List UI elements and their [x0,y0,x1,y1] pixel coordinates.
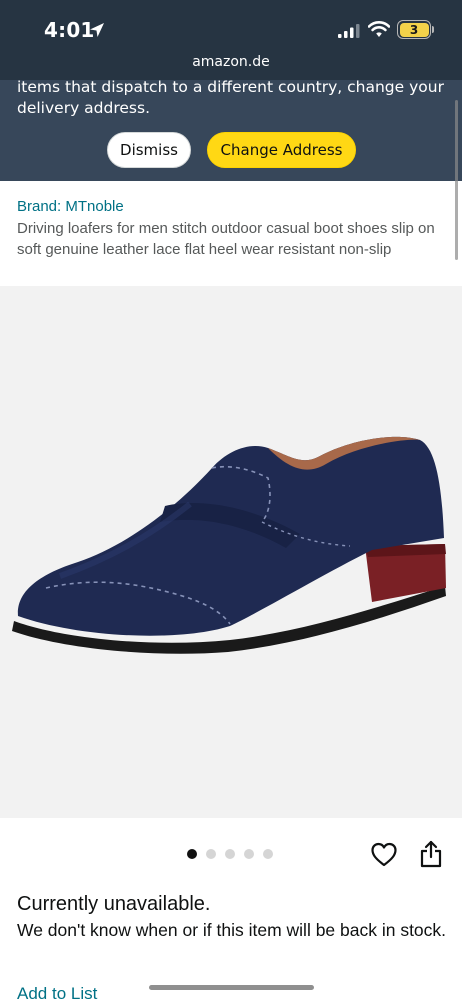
home-indicator[interactable] [149,985,314,990]
shoe-image [12,436,446,654]
status-time: 4:01 [44,18,95,42]
availability-status: Currently unavailable. [17,893,211,915]
dismiss-button[interactable]: Dismiss [107,132,191,168]
delivery-address-banner: items that dispatch to a different count… [0,80,462,181]
wifi-icon [368,21,390,37]
scroll-indicator [455,100,458,260]
banner-message: items that dispatch to a different count… [17,80,444,117]
battery-indicator: 3 [397,20,431,39]
top-chrome: 4:01 3 amazon.de [0,0,462,80]
carousel-dot-2[interactable] [206,849,216,859]
battery-level: 3 [399,22,429,37]
brand-link[interactable]: Brand: MTnoble [17,198,124,215]
change-address-button[interactable]: Change Address [207,132,356,168]
battery-nub [432,26,434,33]
location-arrow-icon [90,23,104,37]
product-image[interactable] [0,286,462,818]
product-title: Driving loafers for men stitch outdoor c… [17,220,435,258]
url-bar[interactable]: amazon.de [0,54,462,70]
share-icon[interactable] [420,840,442,868]
availability-note: We don't know when or if this item will … [17,920,447,940]
carousel-dot-5[interactable] [263,849,273,859]
image-carousel-dots[interactable] [187,849,273,859]
heart-icon[interactable] [371,842,397,868]
carousel-dot-4[interactable] [244,849,254,859]
add-to-list-link[interactable]: Add to List [17,984,97,1000]
carousel-dot-1[interactable] [187,849,197,859]
carousel-dot-3[interactable] [225,849,235,859]
cellular-signal-icon [338,24,360,38]
